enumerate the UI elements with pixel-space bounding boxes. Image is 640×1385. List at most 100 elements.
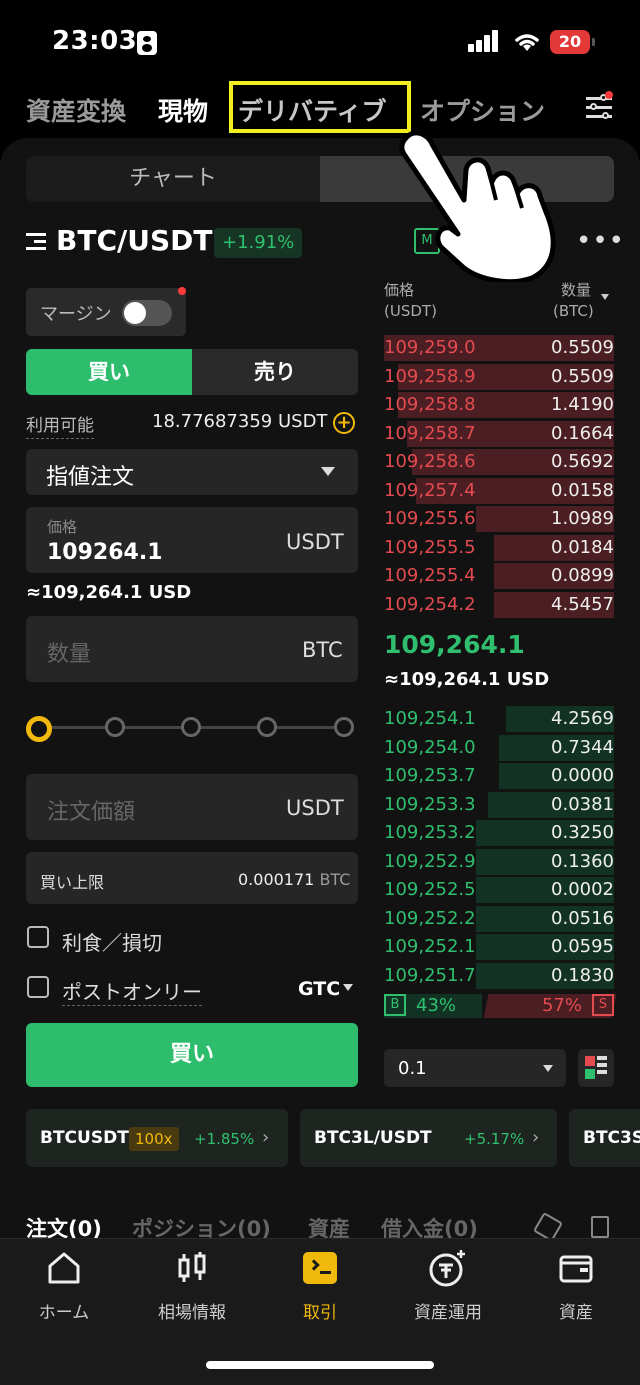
market-card-btc3s[interactable]: BTC3S xyxy=(569,1109,640,1167)
slider-knob-75[interactable] xyxy=(257,717,277,737)
nav-label: 相場情報 xyxy=(158,1303,226,1323)
row-price: 109,259.0 xyxy=(384,337,476,358)
orderbook-layout-icon[interactable] xyxy=(578,1049,614,1087)
order-type-label: 指値注文 xyxy=(46,465,135,490)
nav-markets[interactable]: 相場情報 xyxy=(128,1238,256,1338)
wifi-icon xyxy=(515,34,539,51)
buy-limit-value: 0.000171 BTC xyxy=(238,870,351,889)
ob-price-header: 価格 xyxy=(384,281,415,299)
post-only-checkbox[interactable] xyxy=(27,976,49,998)
row-price: 109,254.0 xyxy=(384,736,476,758)
row-qty: 0.1830 xyxy=(551,964,614,986)
row-qty: 0.0899 xyxy=(551,565,614,586)
margin-toggle[interactable] xyxy=(122,300,172,326)
row-qty: 0.0002 xyxy=(551,879,614,900)
ask-row[interactable]: 109,258.7 0.1664 xyxy=(384,420,614,448)
bid-row[interactable]: 109,252.2 0.0516 xyxy=(384,905,614,933)
row-price: 109,252.5 xyxy=(384,879,476,900)
nav-trade[interactable]: 取引 xyxy=(256,1238,384,1338)
bid-row[interactable]: 109,253.2 0.3250 xyxy=(384,819,614,847)
chevron-right-icon: › xyxy=(262,1127,270,1148)
sell-ratio: 57% xyxy=(541,995,582,1016)
add-funds-icon[interactable]: + xyxy=(333,412,355,434)
ask-row[interactable]: 109,258.9 0.5509 xyxy=(384,363,614,391)
buy-sell-ratio: B 43% 57% S xyxy=(384,994,617,1018)
pair-menu-icon[interactable] xyxy=(26,231,48,253)
chevron-down-icon xyxy=(321,467,335,476)
ask-row[interactable]: 109,255.4 0.0899 xyxy=(384,562,614,590)
trade-icon xyxy=(303,1252,337,1284)
market-card-btcusdt[interactable]: BTCUSDT 100x +1.85% › xyxy=(26,1109,288,1167)
row-price: 109,258.8 xyxy=(384,394,476,415)
bid-row[interactable]: 109,254.0 0.7344 xyxy=(384,734,614,762)
row-price: 109,255.6 xyxy=(384,508,476,529)
tab-spot[interactable]: 現物 xyxy=(158,92,208,128)
buy-ratio-badge: B xyxy=(384,994,406,1016)
row-qty: 1.0989 xyxy=(551,508,614,529)
bid-row[interactable]: 109,251.7 0.1830 xyxy=(384,962,614,990)
quantity-placeholder: 数量 xyxy=(47,642,92,667)
sell-ratio-badge: S xyxy=(592,994,614,1016)
row-price: 109,253.3 xyxy=(384,793,476,815)
document-icon[interactable] xyxy=(591,1216,609,1238)
row-price: 109,254.2 xyxy=(384,593,476,615)
buy-submit-button[interactable]: 買い xyxy=(26,1023,358,1087)
price-value[interactable]: 109264.1 xyxy=(47,540,163,565)
ask-row[interactable]: 109,255.5 0.0184 xyxy=(384,534,614,562)
sell-tab[interactable]: 売り xyxy=(192,349,358,395)
pair-change-badge: +1.91% xyxy=(214,228,303,258)
ask-row[interactable]: 109,258.6 0.5692 xyxy=(384,448,614,476)
bid-row[interactable]: 109,252.5 0.0002 xyxy=(384,876,614,904)
bid-row[interactable]: 109,252.1 0.0595 xyxy=(384,933,614,961)
row-price: 109,257.4 xyxy=(384,479,476,501)
row-price: 109,258.7 xyxy=(384,422,476,444)
ob-price-unit: (USDT) xyxy=(384,302,437,320)
row-qty: 0.0516 xyxy=(551,907,614,929)
bid-row[interactable]: 109,253.3 0.0381 xyxy=(384,791,614,819)
ask-row[interactable]: 109,255.6 1.0989 xyxy=(384,505,614,533)
row-price: 109,251.7 xyxy=(384,964,476,986)
wallet-icon xyxy=(559,1255,593,1283)
home-indicator xyxy=(206,1361,434,1369)
more-icon[interactable]: ••• xyxy=(576,226,625,256)
row-price: 109,252.9 xyxy=(384,850,476,872)
buy-tab[interactable]: 買い xyxy=(26,349,192,395)
price-unit: USDT xyxy=(286,530,344,554)
row-qty: 1.4190 xyxy=(551,394,614,415)
nav-earn[interactable]: 資産運用 xyxy=(384,1238,512,1338)
row-price: 109,253.2 xyxy=(384,822,476,843)
market-card-btc3l[interactable]: BTC3L/USDT +5.17% › xyxy=(300,1109,557,1167)
row-price: 109,258.6 xyxy=(384,451,476,472)
nav-home[interactable]: ホーム xyxy=(0,1238,128,1338)
bid-row[interactable]: 109,254.1 4.2569 xyxy=(384,705,614,733)
row-qty: 0.1360 xyxy=(551,850,614,872)
ask-row[interactable]: 109,259.0 0.5509 xyxy=(384,334,614,362)
ask-row[interactable]: 109,257.4 0.0158 xyxy=(384,477,614,505)
chevron-right-icon: › xyxy=(532,1127,540,1148)
bid-row[interactable]: 109,252.9 0.1360 xyxy=(384,848,614,876)
ob-qty-unit: (BTC) xyxy=(553,302,594,320)
nav-assets[interactable]: 資産 xyxy=(512,1238,640,1338)
pointing-hand-icon xyxy=(399,130,556,282)
depth-chevron-icon xyxy=(543,1065,553,1072)
row-qty: 0.7344 xyxy=(551,736,614,758)
segment-chart[interactable]: チャート xyxy=(26,156,320,202)
slider-knob-0[interactable] xyxy=(26,716,52,742)
status-time: 23:03 xyxy=(52,26,138,56)
ask-row[interactable]: 109,254.2 4.5457 xyxy=(384,591,614,619)
tab-asset-convert[interactable]: 資産変換 xyxy=(26,92,126,128)
ob-qty-chevron-icon[interactable] xyxy=(601,294,609,300)
row-qty: 0.5692 xyxy=(551,451,614,472)
slider-knob-100[interactable] xyxy=(334,717,354,737)
tab-options[interactable]: オプション xyxy=(420,92,545,128)
buy-limit-label: 買い上限 xyxy=(40,873,105,892)
card-symbol: BTC3L/USDT xyxy=(314,1128,432,1148)
tpsl-checkbox[interactable] xyxy=(27,926,49,948)
ask-row[interactable]: 109,258.8 1.4190 xyxy=(384,391,614,419)
bid-row[interactable]: 109,253.7 0.0000 xyxy=(384,762,614,790)
slider-knob-50[interactable] xyxy=(181,717,201,737)
amount-unit: USDT xyxy=(286,796,344,820)
time-in-force-select[interactable]: GTC xyxy=(298,978,340,1000)
slider-knob-25[interactable] xyxy=(105,717,125,737)
pair-symbol[interactable]: BTC/USDT xyxy=(56,224,212,257)
